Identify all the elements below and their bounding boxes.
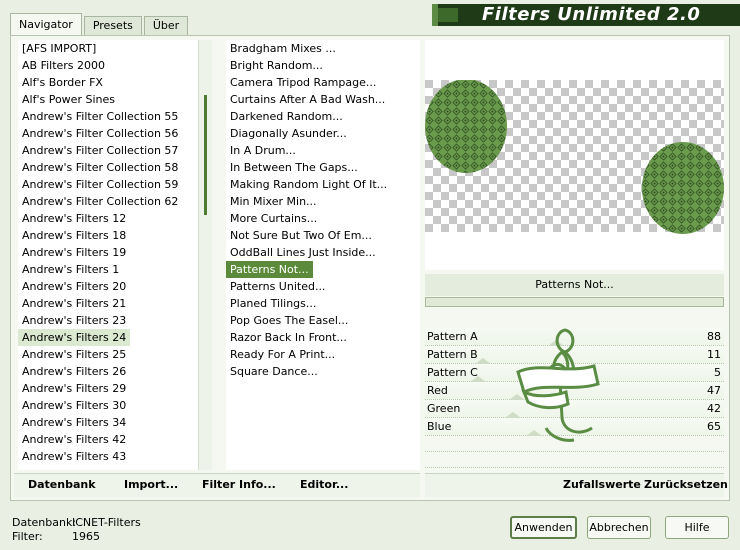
category-item[interactable]: Andrew's Filter Collection 58: [18, 159, 198, 176]
parameter-value: 11: [707, 348, 721, 361]
status-area: Datenbank:ICNET-Filters Filter: 1965: [12, 516, 141, 544]
filter-item[interactable]: Curtains After A Bad Wash...: [226, 91, 420, 108]
right-button-bar: Zufallswerte Zurücksetzen: [425, 473, 728, 497]
category-item[interactable]: Andrew's Filters 24: [18, 329, 131, 346]
filter-item[interactable]: Bright Random...: [226, 57, 420, 74]
parameter-value: 5: [714, 366, 721, 379]
category-item[interactable]: Andrew's Filters 29: [18, 380, 198, 397]
parameter-value: 42: [707, 402, 721, 415]
empty-parameter-row: [425, 452, 724, 468]
filter-item[interactable]: Darkened Random...: [226, 108, 420, 125]
watermark-logo: [516, 328, 600, 442]
reset-button[interactable]: Zurücksetzen: [644, 478, 728, 491]
progress-bar: [425, 297, 724, 307]
parameter-value: 47: [707, 384, 721, 397]
category-item[interactable]: Andrew's Filters 18: [18, 227, 198, 244]
tab-presets[interactable]: Presets: [83, 16, 142, 35]
filter-item[interactable]: Making Random Light Of It...: [226, 176, 420, 193]
category-item[interactable]: Andrew's Filter Collection 59: [18, 176, 198, 193]
filter-item[interactable]: Patterns Not...: [226, 261, 313, 278]
category-item[interactable]: Andrew's Filters 12: [18, 210, 198, 227]
app-title: Filters Unlimited 2.0: [482, 4, 701, 25]
current-filter-label: Patterns Not...: [425, 274, 724, 296]
category-item[interactable]: Andrew's Filters 21: [18, 295, 198, 312]
parameter-value: 65: [707, 420, 721, 433]
database-status-value: ICNET-Filters: [72, 516, 141, 529]
category-item[interactable]: Andrew's Filters 1: [18, 261, 198, 278]
category-item[interactable]: [AFS IMPORT]: [18, 40, 198, 57]
category-item[interactable]: Andrew's Filters 19: [18, 244, 198, 261]
category-item[interactable]: Andrew's Filters 34: [18, 414, 198, 431]
help-button[interactable]: Hilfe: [665, 516, 729, 539]
parameter-value: 88: [707, 330, 721, 343]
apply-button[interactable]: Anwenden: [510, 516, 577, 539]
randomize-button[interactable]: Zufallswerte: [563, 478, 641, 491]
category-item[interactable]: Alf's Power Sines: [18, 91, 198, 108]
filter-item[interactable]: Camera Tripod Rampage...: [226, 74, 420, 91]
filter-item[interactable]: In Between The Gaps...: [226, 159, 420, 176]
filter-item[interactable]: Pop Goes The Easel...: [226, 312, 420, 329]
database-button[interactable]: Datenbank: [28, 478, 96, 491]
filter-item[interactable]: Ready For A Print...: [226, 346, 420, 363]
category-item[interactable]: Andrew's Filter Collection 57: [18, 142, 198, 159]
tab-about[interactable]: Über: [143, 16, 189, 35]
parameter-name: Blue: [427, 420, 452, 433]
filter-count-value: 1965: [72, 530, 100, 543]
category-item[interactable]: Andrew's Filters 20: [18, 278, 198, 295]
parameter-name: Pattern B: [427, 348, 478, 361]
category-item[interactable]: Andrew's Filters 26: [18, 363, 198, 380]
scrollbar-thumb[interactable]: [204, 95, 207, 215]
filter-count-label: Filter:: [12, 530, 43, 543]
filter-item[interactable]: Diagonally Asunder...: [226, 125, 420, 142]
category-item[interactable]: Andrew's Filters 43: [18, 448, 198, 465]
cancel-button[interactable]: Abbrechen: [587, 516, 651, 539]
category-item[interactable]: Alf's Border FX: [18, 74, 198, 91]
filter-item[interactable]: Square Dance...: [226, 363, 420, 380]
tab-bar: Navigator Presets Über: [10, 13, 190, 35]
category-scrollbar[interactable]: [198, 40, 212, 470]
title-stripe-decoration: [438, 8, 458, 22]
category-item[interactable]: Andrew's Filter Collection 55: [18, 108, 198, 125]
category-item[interactable]: Andrew's Filters 30: [18, 397, 198, 414]
filter-item[interactable]: Not Sure But Two Of Em...: [226, 227, 420, 244]
category-item[interactable]: Andrew's Filters 23: [18, 312, 198, 329]
filter-item[interactable]: OddBall Lines Just Inside...: [226, 244, 420, 261]
filter-item[interactable]: Planed Tilings...: [226, 295, 420, 312]
filter-item[interactable]: More Curtains...: [226, 210, 420, 227]
editor-button[interactable]: Editor...: [300, 478, 348, 491]
database-status-label: Datenbank:: [12, 516, 77, 529]
category-item[interactable]: Andrew's Filters 25: [18, 346, 198, 363]
filter-item[interactable]: In A Drum...: [226, 142, 420, 159]
filter-item[interactable]: Min Mixer Min...: [226, 193, 420, 210]
filter-item[interactable]: Bradgham Mixes ...: [226, 40, 420, 57]
preview-pane: [425, 40, 724, 270]
category-item[interactable]: Andrew's Filter Collection 56: [18, 125, 198, 142]
app-title-banner: Filters Unlimited 2.0: [432, 4, 740, 26]
preview-image: [425, 79, 724, 270]
filter-item[interactable]: Patterns United...: [226, 278, 420, 295]
category-list[interactable]: [AFS IMPORT] AB Filters 2000 Alf's Border …: [18, 40, 198, 470]
tab-navigator[interactable]: Navigator: [10, 13, 82, 35]
filter-item[interactable]: Razor Back In Front...: [226, 329, 420, 346]
category-item[interactable]: AB Filters 2000: [18, 57, 198, 74]
import-button[interactable]: Import...: [124, 478, 178, 491]
filter-list[interactable]: Bradgham Mixes ... Bright Random... Camera…: [226, 40, 420, 470]
left-button-bar: Datenbank Import... Filter Info... Edito…: [14, 473, 420, 497]
filter-info-button[interactable]: Filter Info...: [202, 478, 276, 491]
category-item[interactable]: Andrew's Filter Collection 62: [18, 193, 198, 210]
category-item[interactable]: Andrew's Filters 42: [18, 431, 198, 448]
parameter-name: Pattern A: [427, 330, 478, 343]
parameter-name: Red: [427, 384, 448, 397]
parameter-name: Green: [427, 402, 461, 415]
